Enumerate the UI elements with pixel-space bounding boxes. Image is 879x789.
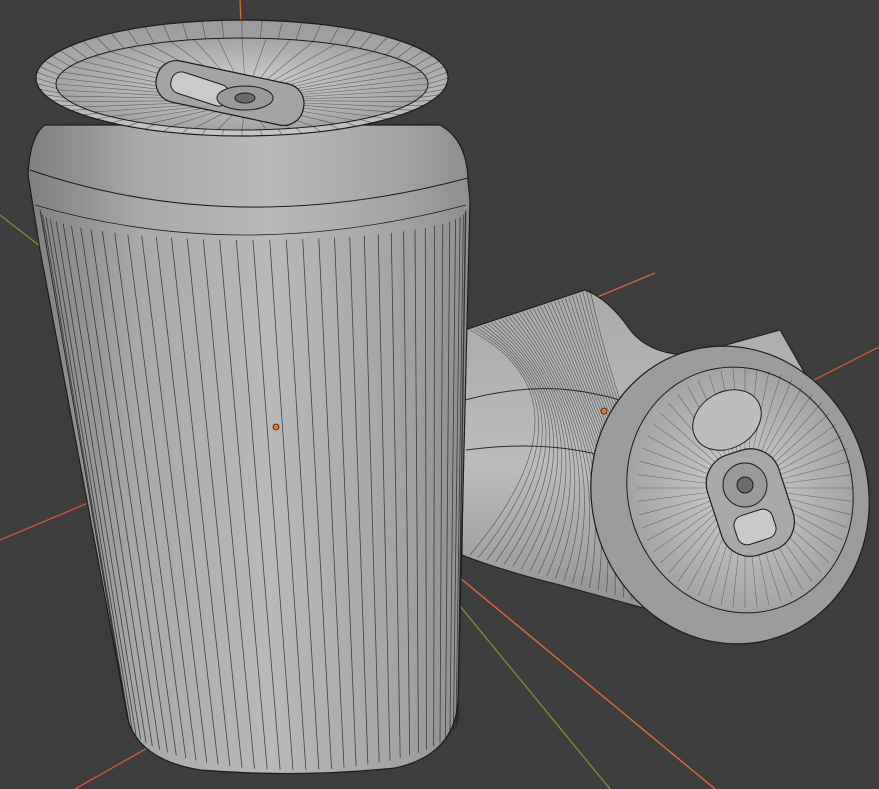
upright-can-origin-marker — [272, 423, 280, 431]
upright-can-rivet-center — [234, 92, 256, 104]
y-axis-line-lower — [454, 599, 611, 789]
upright-can-mesh[interactable] — [27, 19, 471, 775]
upright-can-body — [27, 124, 471, 775]
3d-viewport[interactable] — [0, 0, 879, 789]
x-axis-line-right — [807, 346, 879, 384]
crushed-can-origin-marker — [600, 407, 608, 415]
crushed-can-mesh[interactable] — [461, 289, 879, 680]
crushed-can-rivet-center — [736, 476, 754, 494]
viewport-canvas[interactable] — [0, 0, 879, 789]
x-axis-line-left — [0, 497, 101, 541]
